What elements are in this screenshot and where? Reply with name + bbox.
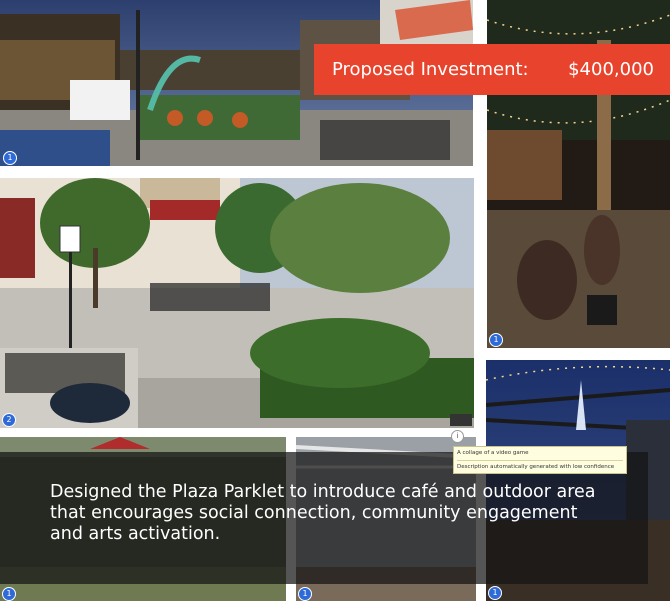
photo-badge: 1 — [298, 587, 312, 601]
photo-badge: 1 — [3, 151, 17, 165]
investment-label: Proposed Investment: — [332, 59, 529, 80]
alt-text-tooltip: A collage of a video game Description au… — [453, 446, 627, 474]
alt-text-line2: Description automatically generated with… — [457, 464, 615, 470]
photo-badge: 1 — [2, 587, 16, 601]
photo-plaza-patio[interactable]: 2 — [0, 178, 474, 428]
caption-text: Designed the Plaza Parklet to introduce … — [50, 482, 596, 544]
photo-badge: 1 — [488, 586, 502, 600]
photo-badge: 1 — [489, 333, 503, 347]
alt-text-line1: A collage of a video game — [457, 450, 529, 456]
investment-amount: $400,000 — [568, 59, 654, 80]
info-circle-icon[interactable]: i — [451, 430, 464, 443]
slide: 1 1 2 1 1 1 Proposed Investment: $400,00… — [0, 0, 670, 601]
proposed-investment-banner: Proposed Investment: $400,000 — [314, 44, 670, 95]
photo-badge: 2 — [2, 413, 16, 427]
tooltip-divider — [457, 460, 623, 461]
